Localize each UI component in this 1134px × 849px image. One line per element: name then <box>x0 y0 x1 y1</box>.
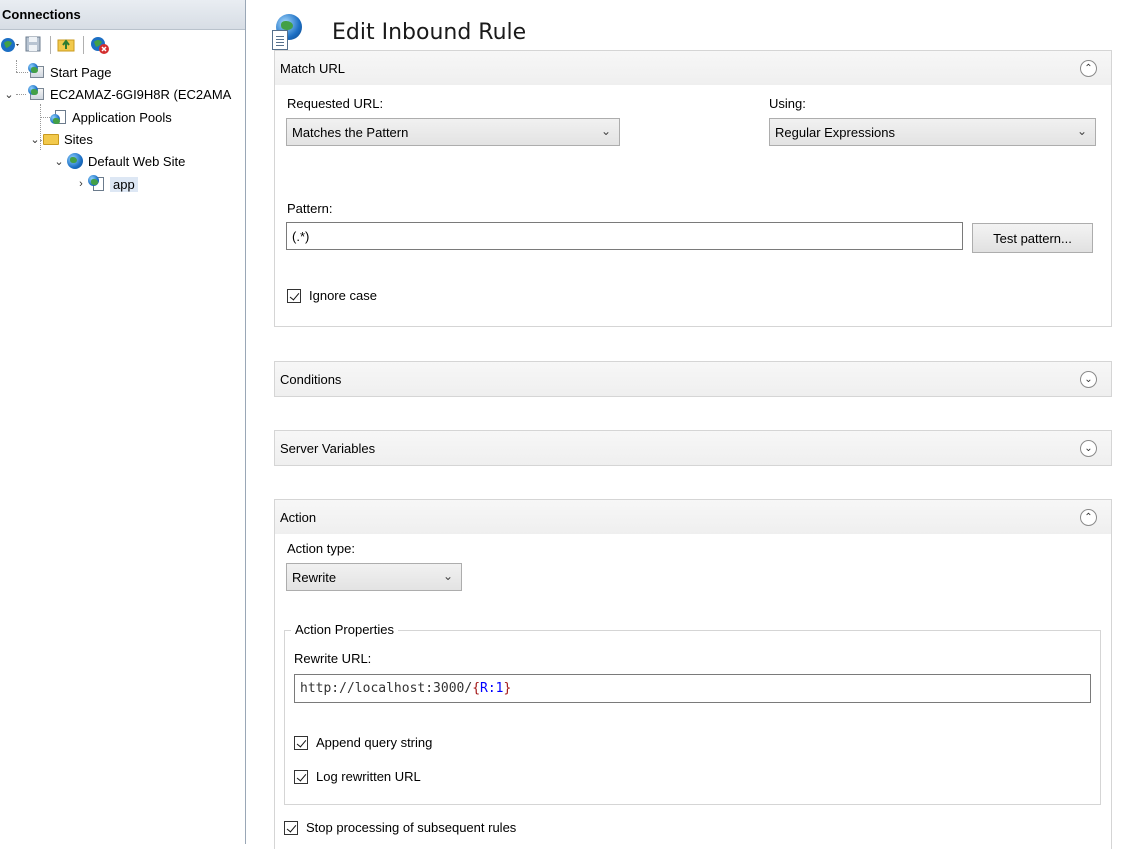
requested-url-label: Requested URL: <box>287 96 384 111</box>
requested-url-dropdown[interactable]: Matches the Pattern ⌄ <box>286 118 620 146</box>
pattern-input[interactable]: (.*) <box>286 222 963 250</box>
group-legend: Action Properties <box>291 622 398 637</box>
pattern-label: Pattern: <box>287 201 333 216</box>
action-section: Action ⌃ Action type: Rewrite ⌄ Action P… <box>274 499 1112 849</box>
chevron-down-icon: ⌄ <box>442 569 453 583</box>
section-title: Server Variables <box>280 440 376 456</box>
tree-line <box>40 117 50 118</box>
expand-chevron-icon[interactable]: ⌄ <box>1080 371 1097 388</box>
using-label: Using: <box>769 96 806 111</box>
tree-item-server[interactable]: ⌄ EC2AMAZ-6GI9H8R (EC2AMA <box>2 83 231 105</box>
toolbar-separator <box>50 36 51 54</box>
rewrite-url-text: http://localhost:3000/ <box>300 681 473 696</box>
checkbox-checked-icon <box>294 769 308 784</box>
tree-item-default-web-site[interactable]: ⌄ Default Web Site <box>52 150 185 172</box>
collapse-chevron-icon[interactable]: ⌃ <box>1080 509 1097 526</box>
section-title: Conditions <box>280 371 342 387</box>
toolbar-separator <box>83 36 84 54</box>
action-header[interactable]: Action ⌃ <box>275 500 1111 534</box>
rewrite-url-input[interactable]: http://localhost:3000/{R:1} <box>294 674 1091 703</box>
sites-folder-icon <box>42 130 60 148</box>
chevron-down-icon[interactable]: ⌄ <box>2 88 16 101</box>
tree-item-label: EC2AMAZ-6GI9H8R (EC2AMA <box>50 86 232 102</box>
app-pools-icon <box>50 108 68 126</box>
append-query-string-checkbox[interactable]: Append query string <box>294 735 432 750</box>
checkbox-label: Stop processing of subsequent rules <box>306 820 517 835</box>
rewrite-url-brace: } <box>503 681 512 696</box>
folder-up-icon[interactable] <box>57 35 77 55</box>
checkbox-checked-icon <box>287 288 301 303</box>
log-rewritten-url-checkbox[interactable]: Log rewritten URL <box>294 769 421 784</box>
connections-toolbar <box>0 31 245 59</box>
chevron-down-icon: ⌄ <box>1076 124 1087 138</box>
dropdown-value: Regular Expressions <box>775 124 895 140</box>
checkbox-checked-icon <box>294 735 308 750</box>
chevron-down-icon[interactable]: ⌄ <box>52 155 66 168</box>
chevron-down-icon[interactable]: ⌄ <box>28 133 42 146</box>
tree-line <box>16 72 28 73</box>
collapse-chevron-icon[interactable]: ⌃ <box>1080 60 1097 77</box>
action-type-label: Action type: <box>287 541 355 556</box>
tree-line <box>16 60 17 72</box>
tree-item-label: Start Page <box>50 64 112 80</box>
match-url-section: Match URL ⌃ Requested URL: Matches the P… <box>274 50 1112 327</box>
action-type-dropdown[interactable]: Rewrite ⌄ <box>286 563 462 591</box>
main-content: Edit Inbound Rule Match URL ⌃ Requested … <box>258 0 1134 849</box>
server-variables-header[interactable]: Server Variables ⌄ <box>275 431 1111 465</box>
rewrite-url-brace: { <box>472 681 481 696</box>
app-icon <box>88 175 106 193</box>
section-title: Action <box>280 509 317 525</box>
tree-item-start-page[interactable]: Start Page <box>28 61 111 83</box>
tree-item-label: Default Web Site <box>88 153 186 169</box>
expand-chevron-icon[interactable]: ⌄ <box>1080 440 1097 457</box>
connections-header: Connections <box>0 0 245 30</box>
checkbox-checked-icon <box>284 820 298 835</box>
dropdown-value: Rewrite <box>292 569 337 585</box>
tree-item-label: app <box>110 176 138 192</box>
server-icon <box>28 85 46 103</box>
conditions-section: Conditions ⌄ <box>274 361 1112 397</box>
save-icon[interactable] <box>24 35 44 55</box>
tree-item-label: Application Pools <box>72 109 172 125</box>
page-title: Edit Inbound Rule <box>332 20 527 45</box>
checkbox-label: Append query string <box>316 735 433 750</box>
using-dropdown[interactable]: Regular Expressions ⌄ <box>769 118 1096 146</box>
disconnect-icon[interactable] <box>90 35 110 55</box>
checkbox-label: Ignore case <box>309 288 377 303</box>
checkbox-label: Log rewritten URL <box>316 769 421 784</box>
tree-item-label: Sites <box>64 131 93 147</box>
stop-processing-checkbox[interactable]: Stop processing of subsequent rules <box>284 820 516 835</box>
conditions-header[interactable]: Conditions ⌄ <box>275 362 1111 396</box>
globe-icon <box>66 152 84 170</box>
chevron-right-icon[interactable]: › <box>74 178 88 190</box>
connect-icon[interactable] <box>0 35 20 55</box>
dropdown-value: Matches the Pattern <box>292 124 409 140</box>
section-title: Match URL <box>280 60 346 76</box>
rewrite-url-label: Rewrite URL: <box>294 651 372 666</box>
tree-item-sites[interactable]: ⌄ Sites <box>28 128 93 150</box>
ignore-case-checkbox[interactable]: Ignore case <box>287 288 377 303</box>
action-properties-group: Action Properties Rewrite URL: http://lo… <box>284 622 1101 805</box>
url-rewrite-rule-icon <box>272 14 306 50</box>
rewrite-url-variable: R:1 <box>480 681 504 696</box>
start-page-icon <box>28 63 46 81</box>
match-url-header[interactable]: Match URL ⌃ <box>275 51 1111 85</box>
chevron-down-icon: ⌄ <box>600 124 611 138</box>
tree-item-app[interactable]: › app <box>74 173 138 195</box>
connections-pane: Connections Start Page ⌄ EC2AMAZ-6GI9H8R… <box>0 0 246 844</box>
tree-item-application-pools[interactable]: Application Pools <box>50 106 172 128</box>
test-pattern-button[interactable]: Test pattern... <box>972 223 1093 253</box>
server-variables-section: Server Variables ⌄ <box>274 430 1112 466</box>
